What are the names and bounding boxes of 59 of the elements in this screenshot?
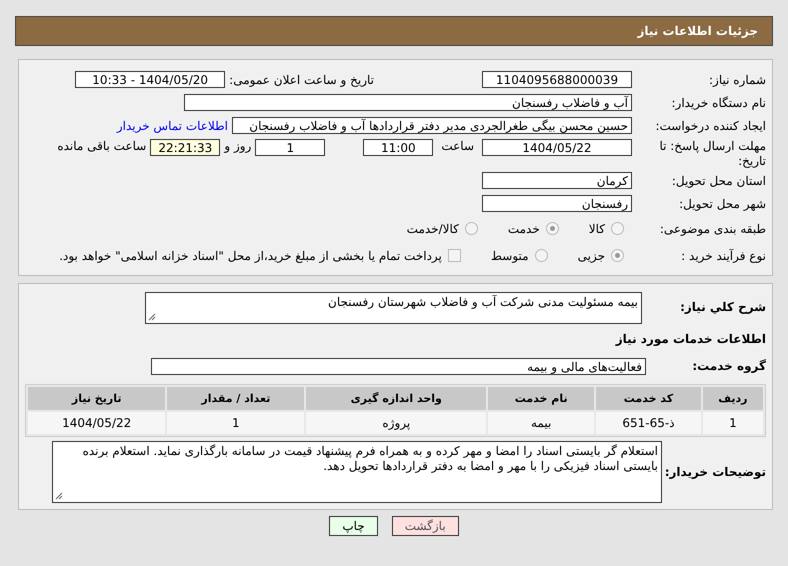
radio-label: کالا/خدمت (406, 222, 459, 236)
radio-button[interactable] (534, 249, 548, 262)
table-cell: 1 (702, 412, 763, 434)
column-header: واحد اندازه گیری (306, 387, 486, 410)
need-number-field: 1104095688000039 (482, 71, 632, 88)
column-header: کد خدمت (596, 387, 701, 410)
print-button[interactable]: چاپ (329, 516, 378, 536)
field-label: شماره نیاز: (708, 72, 766, 86)
field-label: ایجاد کننده درخواست: (654, 118, 766, 132)
radio-button[interactable] (611, 222, 624, 235)
buyer-org-field: آب و فاضلاب رفسنجان (184, 94, 632, 111)
description-textarea[interactable]: بیمه مسئولیت مدنی شرکت آب و فاضلاب شهرستان رفسنجان (145, 292, 642, 324)
checkbox-label: پرداخت تمام یا بخشی از مبلغ خرید،از محل "اسناد خزانه اسلامی" خواهد بود. (59, 248, 442, 262)
province-field: کرمان (482, 172, 632, 189)
field-label: توضیحات خریدار: (666, 465, 766, 479)
field-label: شرح کلي نياز: (679, 300, 766, 314)
radio-button[interactable] (611, 249, 624, 262)
days-label: روز و (224, 139, 252, 153)
table-cell: پروژه (306, 412, 486, 434)
column-header: تعداد / مقدار (167, 387, 304, 410)
radio-label: جزیی (578, 248, 605, 262)
column-header: تاریخ نیاز (28, 387, 166, 410)
table-cell: 1 (167, 412, 304, 434)
radio-button[interactable] (464, 222, 478, 235)
remaining-label: ساعت باقی مانده (57, 139, 146, 153)
service-group-field: فعالیت‌های مالی و بیمه (151, 358, 646, 374)
back-button[interactable]: بازگشت (392, 516, 459, 536)
checkbox[interactable] (448, 249, 461, 262)
time-label: ساعت (441, 139, 474, 153)
page-title: جزئیات اطلاعات نیاز (637, 24, 758, 38)
table-cell: ذ-65-651 (596, 412, 701, 434)
section-title: اطلاعات خدمات مورد نیاز (616, 332, 766, 346)
field-label: گروه خدمت: (691, 359, 766, 373)
resize-grip-icon[interactable] (55, 492, 63, 500)
field-label: نوع فرآیند خرید : (680, 248, 766, 262)
table-cell: 1404/05/22 (28, 412, 166, 434)
resize-grip-icon[interactable] (148, 313, 156, 321)
announce-date-field: 1404/05/20 - 10:33 (75, 71, 226, 88)
radio-label: خدمت (508, 222, 540, 236)
days-field: 1 (255, 139, 326, 156)
column-header: نام خدمت (488, 387, 594, 410)
field-label: نام دستگاه خریدار: (670, 96, 766, 110)
radio-button[interactable] (546, 222, 559, 235)
field-label: استان محل تحویل: (670, 174, 766, 188)
city-field: رفسنجان (482, 195, 632, 212)
field-label: شهر محل تحویل: (678, 196, 766, 210)
table-cell: بیمه (488, 412, 594, 434)
radio-label: کالا (588, 222, 605, 236)
deadline-date-field: 1404/05/22 (482, 139, 632, 156)
field-label: مهلت ارسال پاسخ: تا تاریخ: (658, 139, 766, 169)
contact-link[interactable]: اطلاعات تماس خریدار (116, 118, 228, 132)
field-label: تاریخ و ساعت اعلان عمومی: (229, 72, 374, 86)
creator-field: حسین محسن بیگی طغرالجردی مدیر دفتر قراردادها آب و فاضلاب رفسنجان (232, 117, 632, 134)
remaining-time-field: 22:21:33 (150, 139, 220, 156)
deadline-time-field: 11:00 (363, 139, 434, 156)
field-label: طبقه بندی موضوعی: (658, 222, 766, 236)
notes-textarea[interactable]: استعلام گر بایستی اسناد را امضا و مهر کرده و به همراه فرم پیشنهاد قیمت در سامانه بارگذاری نماید. استعلام برنده بایستی اسناد فیزیکی را با مهر و امضا به دفتر قراردادها تحویل دهد. (52, 441, 662, 503)
column-header: ردیف (702, 387, 763, 410)
radio-label: متوسط (490, 248, 529, 262)
